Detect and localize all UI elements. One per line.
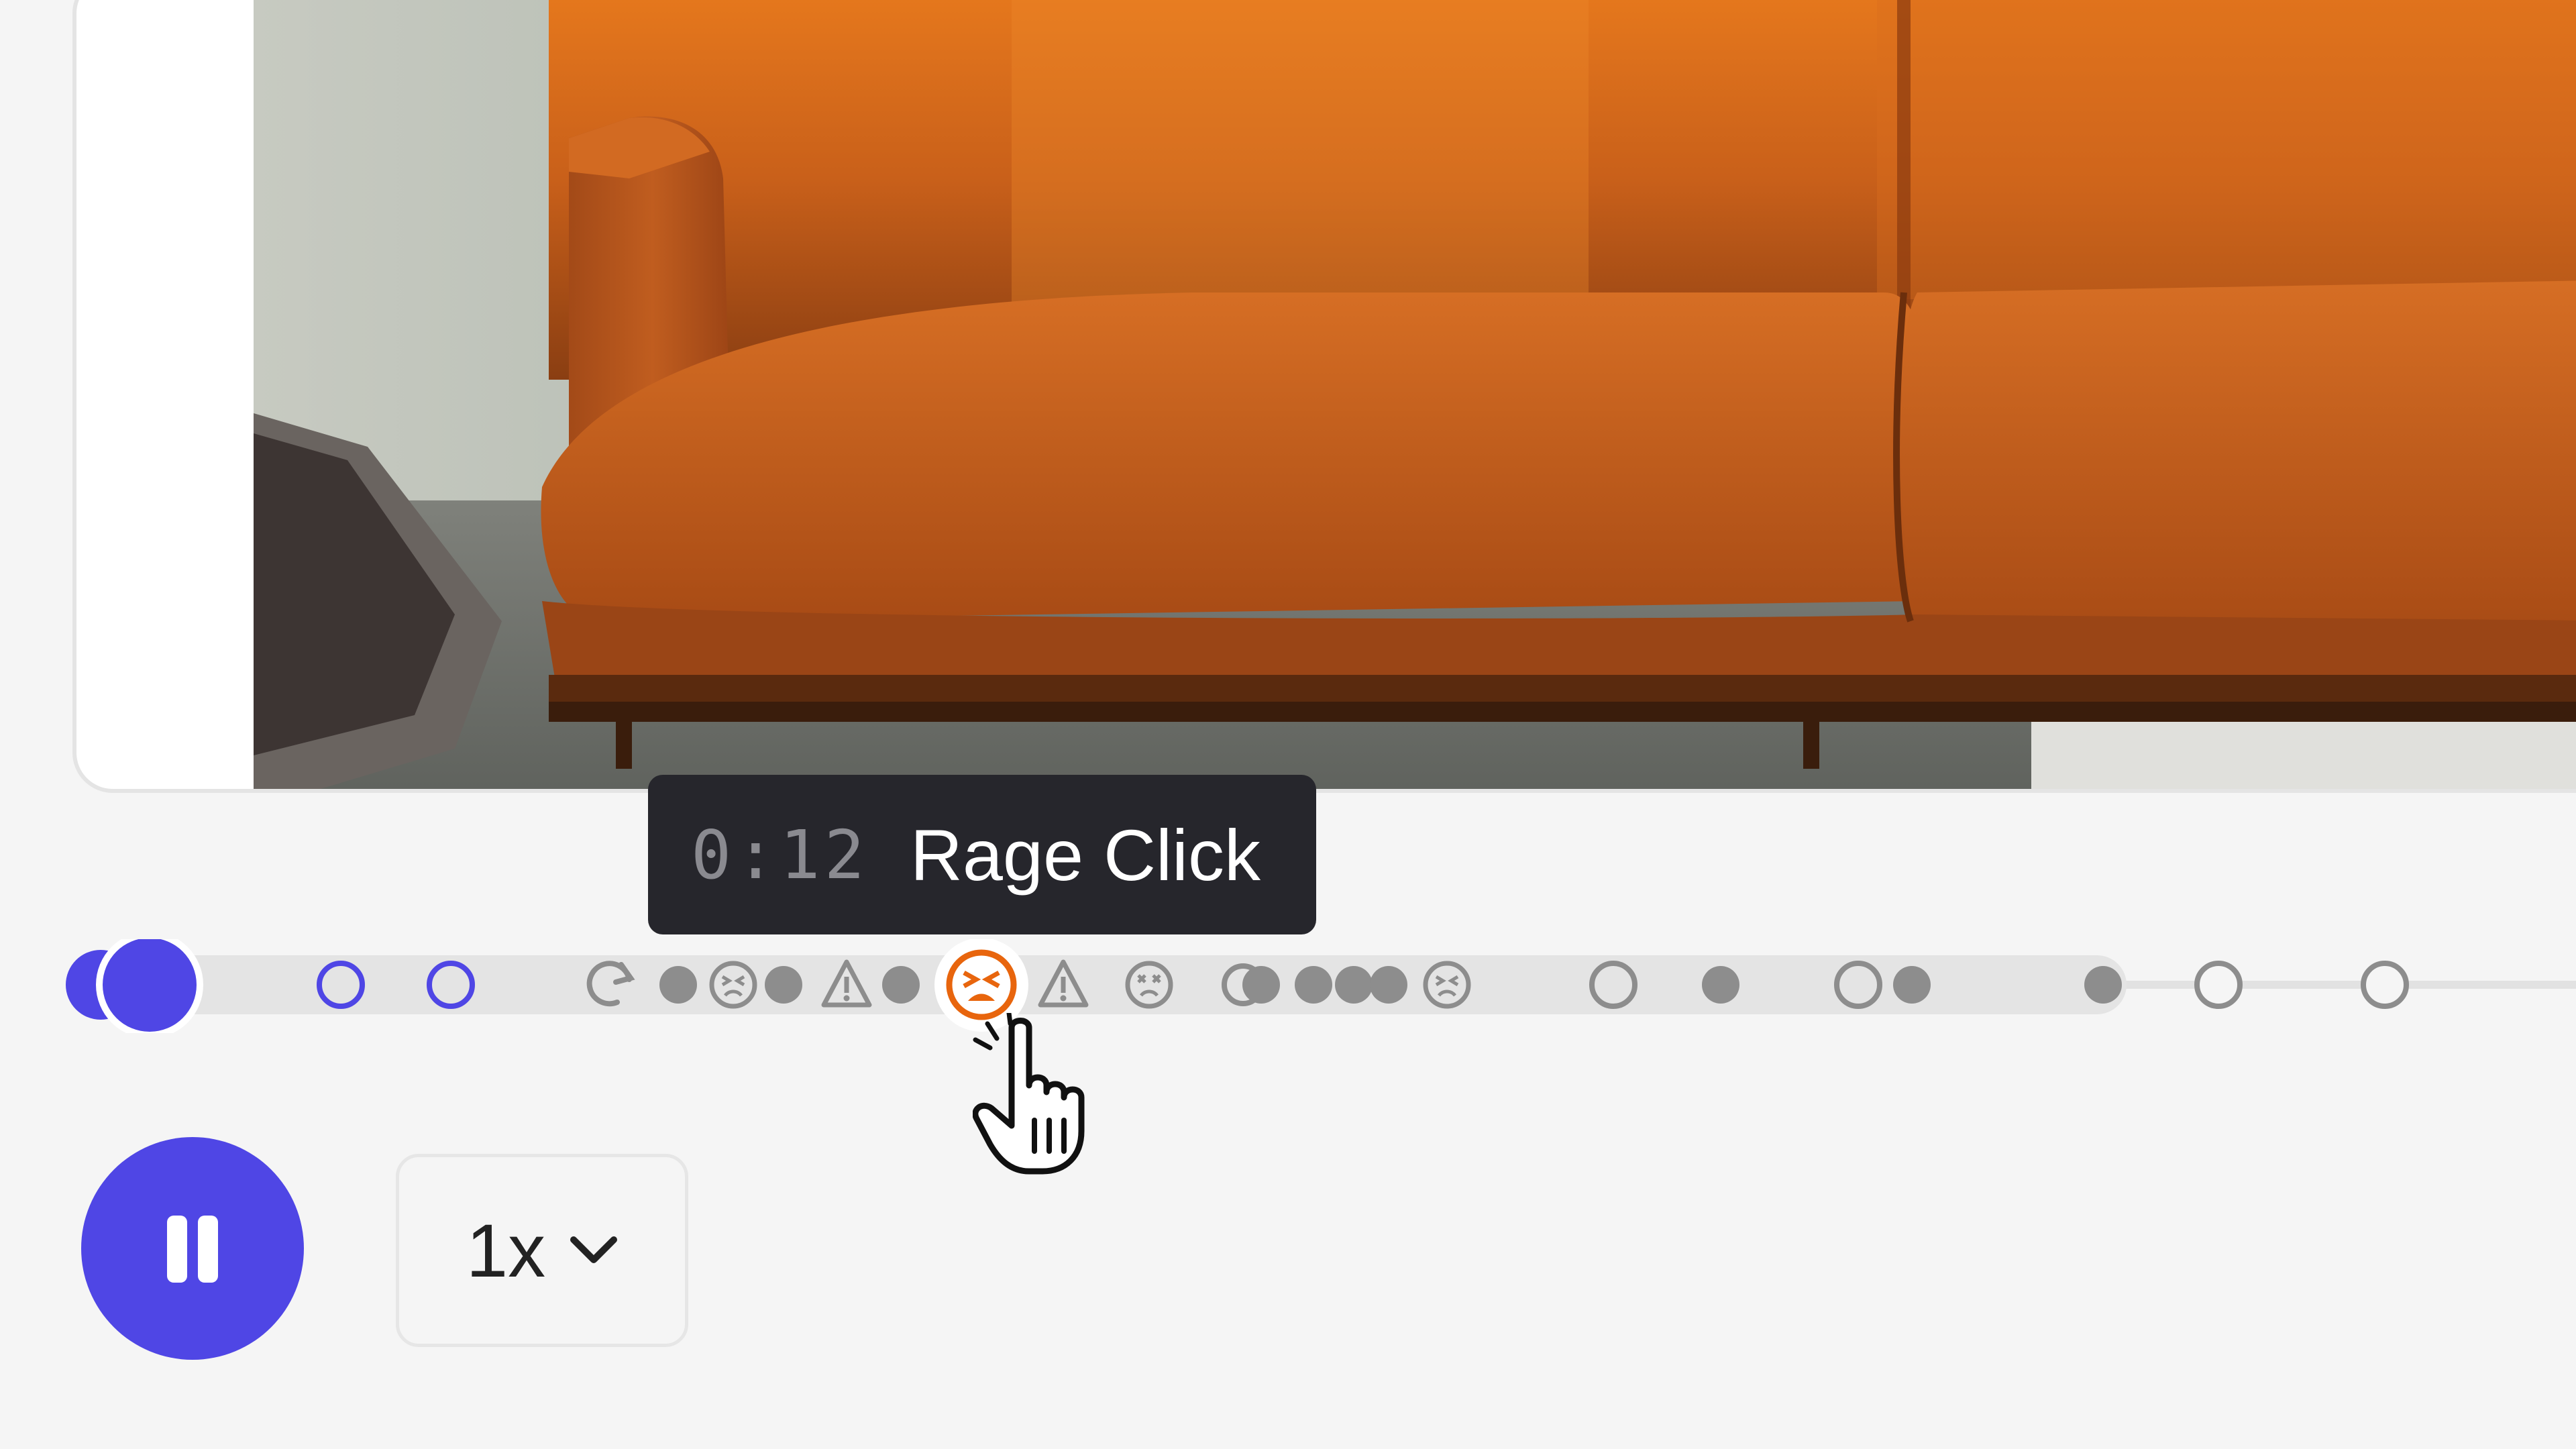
tooltip-timestamp: 0:12	[691, 815, 869, 894]
event-dot-marker[interactable]	[1335, 966, 1373, 1004]
playhead-handle[interactable]	[66, 939, 203, 1033]
event-dot-marker[interactable]	[1893, 966, 1931, 1004]
event-circle-marker[interactable]	[2194, 961, 2243, 1009]
event-dot-marker[interactable]	[2084, 966, 2122, 1004]
event-dot-marker[interactable]	[1370, 966, 1407, 1004]
pause-button[interactable]	[81, 1137, 304, 1360]
replay-viewport	[72, 0, 2576, 793]
pause-icon	[167, 1216, 187, 1283]
event-dot-marker[interactable]	[659, 966, 697, 1004]
playback-timeline[interactable]	[0, 939, 2576, 1033]
event-circle-marker[interactable]	[2361, 961, 2409, 1009]
pause-icon-bar	[198, 1216, 218, 1283]
event-dot-marker[interactable]	[765, 966, 802, 1004]
speed-value: 1x	[466, 1208, 546, 1293]
event-tooltip: 0:12 Rage Click	[648, 775, 1316, 934]
playback-speed-dropdown[interactable]: 1x	[396, 1154, 688, 1347]
chevron-down-icon	[570, 1236, 618, 1263]
tooltip-event-label: Rage Click	[910, 814, 1261, 896]
event-dot-marker[interactable]	[882, 966, 920, 1004]
pointer-hand-cursor-icon	[972, 1010, 1127, 1181]
event-dot-marker[interactable]	[1702, 966, 1739, 1004]
event-dot-marker[interactable]	[1295, 966, 1332, 1004]
event-dot-marker[interactable]	[1242, 966, 1280, 1004]
session-screenshot-image	[254, 0, 2576, 789]
